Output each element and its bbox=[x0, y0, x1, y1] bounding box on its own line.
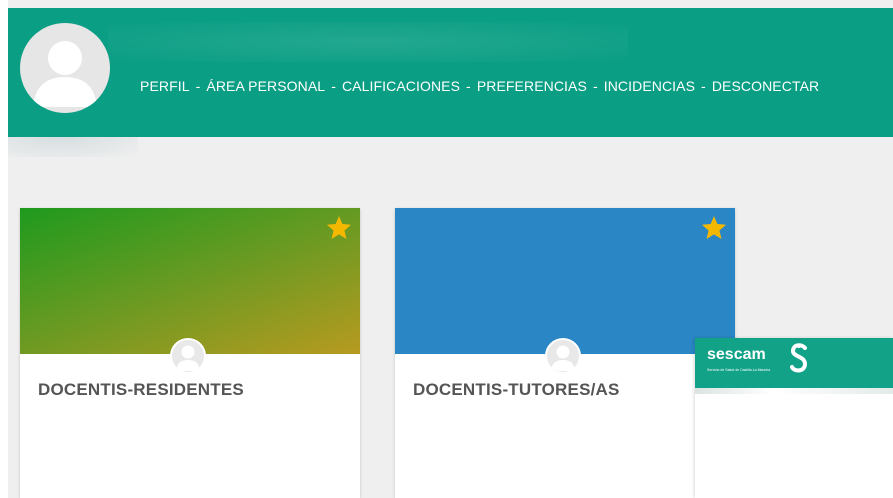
sescam-s-logo-icon bbox=[790, 343, 808, 373]
nav-area-personal[interactable]: ÁREA PERSONAL bbox=[206, 78, 325, 94]
nav-separator: - bbox=[701, 78, 706, 94]
nav-preferencias[interactable]: PREFERENCIAS bbox=[477, 78, 587, 94]
sescam-banner-strip bbox=[695, 388, 893, 394]
course-title[interactable]: DOCENTIS-RESIDENTES bbox=[38, 380, 244, 400]
course-banner[interactable] bbox=[395, 208, 735, 354]
favorite-star-icon[interactable] bbox=[325, 214, 353, 242]
header-glow bbox=[108, 22, 628, 62]
teacher-avatar-icon bbox=[170, 338, 206, 374]
nav-separator: - bbox=[195, 78, 201, 94]
course-card-tutores[interactable]: DOCENTIS-TUTORES/AS bbox=[395, 208, 735, 498]
nav-incidencias[interactable]: INCIDENCIAS bbox=[604, 78, 695, 94]
user-avatar-icon[interactable] bbox=[20, 23, 110, 113]
nav-desconectar[interactable]: DESCONECTAR bbox=[712, 78, 819, 94]
course-banner[interactable] bbox=[20, 208, 360, 354]
sescam-header: sescam Servicio de Salud de Castilla-La … bbox=[695, 338, 893, 388]
nav-separator: - bbox=[331, 78, 336, 94]
sescam-brand: sescam bbox=[707, 346, 766, 363]
favorite-star-icon[interactable] bbox=[700, 214, 728, 242]
teacher-avatar-icon bbox=[545, 338, 581, 374]
page-header: PERFIL - ÁREA PERSONAL - CALIFICACIONES … bbox=[8, 8, 893, 137]
nav-calificaciones[interactable]: CALIFICACIONES bbox=[342, 78, 460, 94]
sescam-card[interactable]: sescam Servicio de Salud de Castilla-La … bbox=[695, 338, 893, 498]
sescam-tagline: Servicio de Salud de Castilla-La Mancha bbox=[707, 368, 771, 372]
course-title[interactable]: DOCENTIS-TUTORES/AS bbox=[413, 380, 620, 400]
header-shadow bbox=[8, 137, 138, 157]
nav-separator: - bbox=[466, 78, 471, 94]
nav-perfil[interactable]: PERFIL bbox=[140, 78, 190, 94]
main-nav: PERFIL - ÁREA PERSONAL - CALIFICACIONES … bbox=[140, 78, 819, 94]
course-card-residentes[interactable]: DOCENTIS-RESIDENTES bbox=[20, 208, 360, 498]
nav-separator: - bbox=[592, 78, 598, 94]
